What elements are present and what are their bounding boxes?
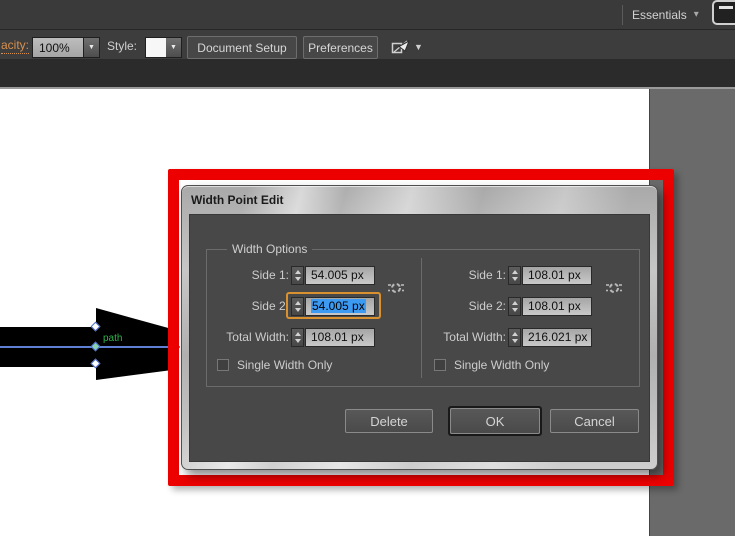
- stepper-up-icon[interactable]: [295, 301, 301, 305]
- side1-row: Side 1: 54.005 px: [211, 265, 375, 285]
- total-width-field[interactable]: 216.021 px: [522, 328, 592, 347]
- side2-value-selected: 54.005 px: [311, 299, 366, 313]
- width-options-left-column: Side 1: 54.005 px Side 2: 54.005 px Tota…: [207, 250, 419, 386]
- stepper-up-icon[interactable]: [512, 301, 518, 305]
- side2-field[interactable]: 54.005 px: [305, 297, 375, 316]
- opacity-link[interactable]: acity:: [1, 38, 29, 54]
- delete-button[interactable]: Delete: [345, 409, 433, 433]
- style-label: Style:: [107, 39, 137, 53]
- width-options-right-column: Side 1: 108.01 px Side 2: 108.01 px Tota…: [424, 250, 636, 386]
- total-width-value: 216.021 px: [528, 330, 587, 344]
- stepper-up-icon[interactable]: [295, 270, 301, 274]
- side1-stepper[interactable]: [291, 266, 304, 285]
- total-width-field[interactable]: 108.01 px: [305, 328, 375, 347]
- total-width-row: Total Width: 108.01 px: [211, 327, 375, 347]
- stepper-down-icon[interactable]: [295, 308, 301, 312]
- side1-row: Side 1: 108.01 px: [428, 265, 592, 285]
- side1-label: Side 1:: [428, 268, 506, 282]
- ok-button[interactable]: OK: [450, 408, 540, 434]
- single-width-checkbox[interactable]: [217, 359, 229, 371]
- total-width-label: Total Width:: [428, 330, 506, 344]
- stepper-down-icon[interactable]: [295, 339, 301, 343]
- side2-stepper[interactable]: [291, 297, 304, 316]
- single-width-row: Single Width Only: [211, 355, 332, 375]
- side2-value: 108.01 px: [528, 299, 581, 313]
- dropdown-arrow-icon: ▼: [88, 44, 95, 51]
- side2-field[interactable]: 108.01 px: [522, 297, 592, 316]
- dialog-title: Width Point Edit: [182, 186, 657, 214]
- side2-row: Side 2: 54.005 px: [211, 296, 375, 316]
- ok-button-default-ring: OK: [448, 406, 542, 436]
- control-bar: acity: 100% ▼ Style: ▼ Document Setup Pr…: [0, 30, 735, 60]
- dropdown-arrow-icon: ▼: [170, 44, 177, 51]
- stepper-down-icon[interactable]: [512, 308, 518, 312]
- side2-stepper[interactable]: [508, 297, 521, 316]
- select-similar-icon[interactable]: [391, 39, 411, 60]
- stepper-down-icon[interactable]: [512, 339, 518, 343]
- single-width-row: Single Width Only: [428, 355, 549, 375]
- stepper-up-icon[interactable]: [295, 332, 301, 336]
- dialog-content: Width Options Side 1: 54.005 px Side 2: …: [189, 214, 650, 462]
- single-width-label: Single Width Only: [454, 358, 549, 372]
- cancel-button[interactable]: Cancel: [550, 409, 639, 433]
- total-width-label: Total Width:: [211, 330, 289, 344]
- document-strip: [0, 60, 735, 87]
- stepper-up-icon[interactable]: [512, 332, 518, 336]
- workspace-label: Essentials: [632, 8, 687, 22]
- window-control-button[interactable]: [712, 0, 735, 25]
- broken-link-icon[interactable]: [388, 280, 404, 301]
- total-width-value: 108.01 px: [311, 330, 364, 344]
- broken-link-icon[interactable]: [606, 280, 622, 301]
- divider: [421, 258, 422, 378]
- width-point-edit-dialog: Width Point Edit Width Options Side 1: 5…: [181, 185, 658, 470]
- side2-label: Side 2:: [211, 299, 289, 313]
- side1-field[interactable]: 54.005 px: [305, 266, 375, 285]
- total-width-stepper[interactable]: [508, 328, 521, 347]
- stepper-up-icon[interactable]: [512, 270, 518, 274]
- arrow-head-shape[interactable]: [96, 308, 172, 380]
- stepper-down-icon[interactable]: [512, 277, 518, 281]
- style-dropdown-button[interactable]: ▼: [166, 37, 182, 58]
- total-width-row: Total Width: 216.021 px: [428, 327, 592, 347]
- divider: [622, 5, 623, 25]
- side1-value: 108.01 px: [528, 268, 581, 282]
- side1-value: 54.005 px: [311, 268, 364, 282]
- minimize-icon: [719, 6, 733, 9]
- stepper-down-icon[interactable]: [295, 277, 301, 281]
- total-width-stepper[interactable]: [291, 328, 304, 347]
- document-setup-button[interactable]: Document Setup: [187, 36, 297, 59]
- opacity-input[interactable]: 100%: [32, 37, 84, 58]
- single-width-label: Single Width Only: [237, 358, 332, 372]
- application-bar: Essentials ▾: [0, 0, 735, 30]
- opacity-dropdown-button[interactable]: ▼: [84, 37, 100, 58]
- select-similar-dropdown-icon[interactable]: ▼: [414, 42, 423, 52]
- workspace-switcher[interactable]: Essentials ▾: [632, 0, 699, 29]
- single-width-checkbox[interactable]: [434, 359, 446, 371]
- illustrator-window: Essentials ▾ acity: 100% ▼ Style: ▼ Docu…: [0, 0, 735, 536]
- side1-stepper[interactable]: [508, 266, 521, 285]
- style-swatch[interactable]: [145, 37, 167, 58]
- side2-row: Side 2: 108.01 px: [428, 296, 592, 316]
- chevron-down-icon: ▾: [694, 9, 699, 20]
- path-label: path: [103, 333, 122, 344]
- side1-field[interactable]: 108.01 px: [522, 266, 592, 285]
- side2-label: Side 2:: [428, 299, 506, 313]
- side1-label: Side 1:: [211, 268, 289, 282]
- width-options-group: Width Options Side 1: 54.005 px Side 2: …: [206, 249, 640, 387]
- preferences-button[interactable]: Preferences: [303, 36, 378, 59]
